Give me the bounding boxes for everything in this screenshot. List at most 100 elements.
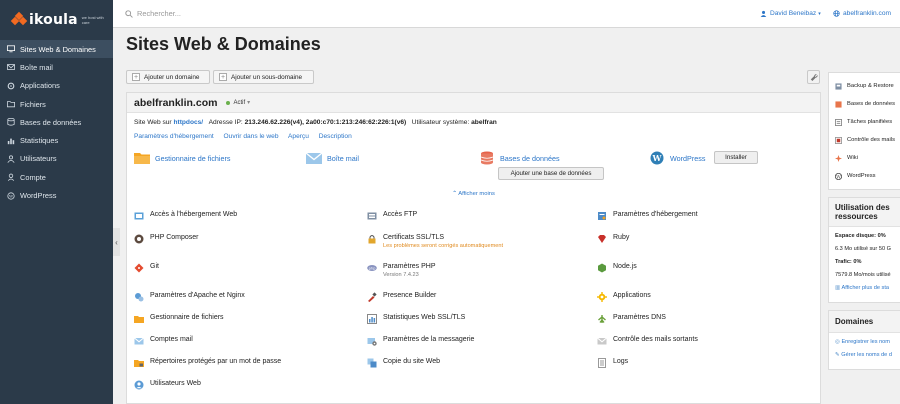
search-input[interactable]: Rechercher... (137, 9, 181, 18)
ftp-icon (367, 211, 377, 221)
quick-file-manager[interactable]: Gestionnaire de fichiers (134, 151, 231, 165)
feature-ftp-access[interactable]: Accès FTP (367, 211, 417, 221)
show-less-link[interactable]: ⌃ Afficher moins (127, 191, 820, 197)
install-button[interactable]: Installer (714, 151, 758, 164)
protected-dirs-icon (134, 358, 144, 368)
account-icon (7, 173, 15, 182)
brand-name: ikoula (29, 12, 78, 28)
sidebar-item-users[interactable]: Utilisateurs (0, 150, 113, 168)
feature-label: Contrôle des mails sortants (613, 336, 698, 343)
preview-link[interactable]: Aperçu (288, 133, 309, 140)
feature-web-stats[interactable]: Statistiques Web SSL/TLS (367, 314, 465, 324)
sidebar-item-applications[interactable]: Applications (0, 77, 113, 95)
tool-label: WordPress (847, 173, 876, 179)
docroot-link[interactable]: httpdocs/ (173, 119, 203, 126)
sidebar-item-label: Statistiques (20, 136, 59, 146)
register-domains-label: Enregistrer les nom (841, 339, 890, 345)
search-box[interactable]: Rechercher... (125, 9, 181, 18)
settings-button[interactable] (807, 70, 820, 84)
stats-icon: ▥ (835, 285, 841, 291)
sidebar-item-wordpress[interactable]: W WordPress (0, 186, 113, 204)
feature-web-access[interactable]: Accès à l'hébergement Web (134, 211, 237, 221)
user-name: David Beneibaz (770, 10, 817, 17)
feature-php-composer[interactable]: PHP Composer (134, 234, 199, 244)
add-database-button[interactable]: Ajouter une base de données (498, 167, 604, 180)
feature-applications[interactable]: Applications (597, 292, 651, 302)
tool-mail-control[interactable]: Contrôle des mails (829, 131, 900, 149)
feature-label: Certificats SSL/TLS (383, 234, 445, 241)
status-badge[interactable]: Actif ▾ (226, 99, 250, 106)
globe-icon (833, 10, 840, 17)
svg-text:W: W (652, 153, 663, 163)
mail-icon (7, 63, 15, 71)
feature-presence-builder[interactable]: Presence Builder (367, 292, 436, 302)
feature-label: Statistiques Web SSL/TLS (383, 314, 466, 321)
wordpress-icon: W (834, 172, 843, 180)
sysuser-label: Utilisateur système: (411, 119, 470, 126)
sidebar-item-statistics[interactable]: Statistiques (0, 131, 113, 149)
feature-label: Ruby (613, 234, 630, 241)
sidebar-item-files[interactable]: Fichiers (0, 95, 113, 113)
domain-selector[interactable]: abelfranklin.com (833, 10, 891, 17)
wiki-icon (835, 154, 842, 162)
sidebar-item-mail[interactable]: Boîte mail (0, 58, 113, 76)
sidebar-item-websites[interactable]: Sites Web & Domaines (0, 40, 113, 59)
presence-builder-icon (367, 292, 377, 302)
info-prefix: Site Web sur (134, 119, 172, 126)
tool-scheduled-tasks[interactable]: Tâches planifiées (829, 113, 900, 131)
feature-label: Paramètres d'hébergement (613, 211, 698, 218)
user-menu[interactable]: David Beneibaz ▾ (760, 10, 821, 17)
svg-text:W: W (836, 175, 841, 180)
sidebar-collapse-handle[interactable]: ‹ (113, 228, 120, 256)
feature-outgoing-mail[interactable]: Contrôle des mails sortants (597, 336, 698, 346)
chevron-down-icon: ▾ (247, 100, 251, 106)
add-subdomain-button[interactable]: + Ajouter un sous-domaine (213, 70, 314, 84)
feature-mail-settings[interactable]: Paramètres de la messagerie (367, 336, 474, 346)
feature-site-copy[interactable]: Copie du site Web (367, 358, 440, 368)
feature-label: Utilisateurs Web (150, 380, 201, 387)
sidebar-item-account[interactable]: Compte (0, 168, 113, 186)
web-access-icon (134, 211, 144, 221)
quick-databases[interactable]: Bases de données (479, 151, 560, 165)
tool-backup[interactable]: Backup & Restore (829, 77, 900, 95)
quick-wordpress[interactable]: W WordPress (649, 151, 705, 165)
tool-wordpress[interactable]: W WordPress (829, 167, 900, 185)
sidebar-item-databases[interactable]: Bases de données (0, 113, 113, 131)
feature-git[interactable]: Git (134, 263, 159, 273)
database-icon (7, 118, 15, 126)
feature-label: Paramètres d'Apache et Nginx (150, 292, 245, 299)
add-domain-button[interactable]: + Ajouter un domaine (126, 70, 210, 84)
feature-ruby[interactable]: Ruby (597, 234, 629, 244)
feature-nodejs[interactable]: Node.js (597, 263, 637, 273)
logo-mark-icon (10, 11, 28, 27)
site-name[interactable]: abelfranklin.com (134, 97, 217, 109)
tool-wiki[interactable]: Wiki (829, 149, 900, 167)
feature-file-manager[interactable]: Gestionnaire de fichiers (134, 314, 224, 324)
feature-label: Accès FTP (383, 211, 418, 218)
page-title: Sites Web & Domaines (126, 34, 321, 54)
feature-apache-nginx[interactable]: Paramètres d'Apache et Nginx (134, 292, 245, 302)
feature-mail-accounts[interactable]: Comptes mail (134, 336, 193, 346)
register-domains-link[interactable]: ◎ Enregistrer les nom (829, 336, 900, 349)
status-dot-icon (226, 100, 231, 105)
mail-control-icon (835, 136, 842, 144)
feature-web-users[interactable]: Utilisateurs Web (134, 380, 201, 390)
show-more-stats-link[interactable]: ▥ Afficher plus de sta (829, 282, 900, 295)
feature-ssl-certificates[interactable]: Certificats SSL/TLS Les problèmes seront… (367, 234, 503, 249)
sidebar-item-label: Utilisateurs (20, 154, 57, 164)
feature-dns-settings[interactable]: Paramètres DNS (597, 314, 666, 324)
feature-logs[interactable]: Logs (597, 358, 628, 368)
description-link[interactable]: Description (319, 133, 352, 140)
brand-logo[interactable]: ikoula we host with care (0, 0, 113, 40)
feature-php-settings[interactable]: php Paramètres PHP Version 7.4.23 (367, 263, 436, 278)
hosting-settings-link[interactable]: Paramètres d'hébergement (134, 133, 214, 140)
folder-icon (134, 314, 144, 324)
wordpress-icon: W (7, 191, 15, 200)
manage-domains-link[interactable]: ✎ Gérer les noms de d (829, 349, 900, 362)
tool-databases[interactable]: Bases de données (829, 95, 900, 113)
feature-protected-dirs[interactable]: Répertoires protégés par un mot de passe (134, 358, 281, 368)
disk-usage-value: Espace disque: 0% (835, 233, 886, 239)
open-in-web-link[interactable]: Ouvrir dans le web (224, 133, 279, 140)
feature-hosting-settings[interactable]: Paramètres d'hébergement (597, 211, 698, 221)
quick-mailbox[interactable]: Boîte mail (306, 151, 359, 165)
